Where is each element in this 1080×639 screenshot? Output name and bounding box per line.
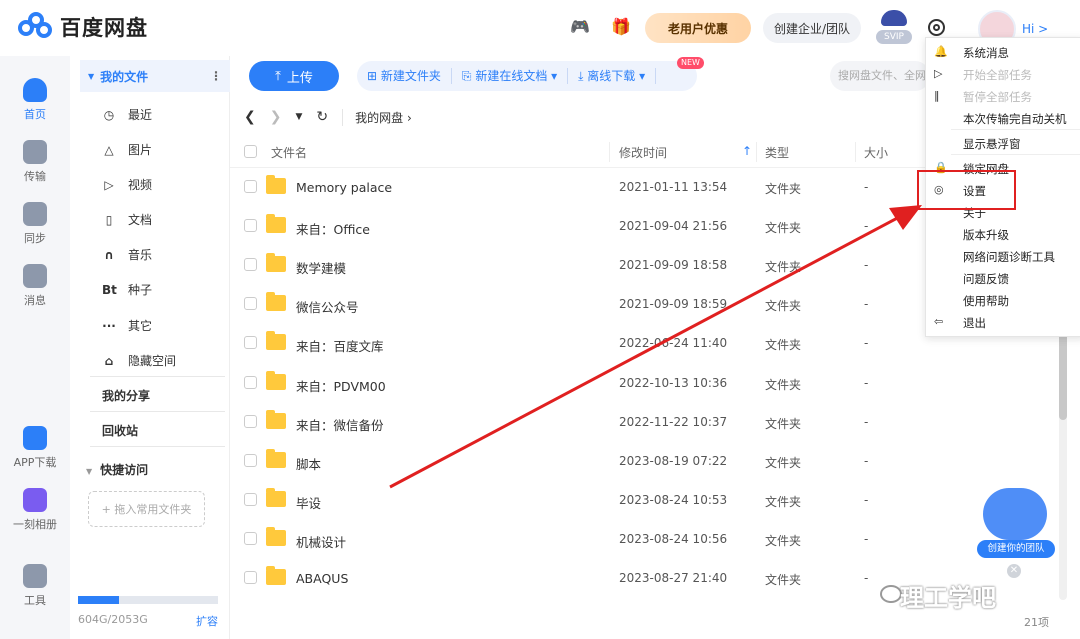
- menu-divider: [951, 129, 1080, 130]
- menu-item-3[interactable]: 本次传输完自动关机: [963, 111, 1067, 127]
- menu-item-0[interactable]: 系统消息: [963, 45, 1009, 61]
- arrow-line: [389, 212, 906, 489]
- annotation-highlight-box: [917, 170, 1016, 210]
- menu-item-12[interactable]: 退出: [963, 315, 986, 331]
- menu-item-4[interactable]: 显示悬浮窗: [963, 136, 1021, 152]
- logout-icon: ⇦: [934, 315, 944, 328]
- bell-icon: 🔔: [934, 45, 948, 58]
- menu-item-2[interactable]: 暂停全部任务: [963, 89, 1032, 105]
- menu-item-9[interactable]: 网络问题诊断工具: [963, 249, 1055, 265]
- close-icon[interactable]: ✕: [1007, 564, 1021, 578]
- play-icon: ▷: [934, 67, 943, 80]
- create-team-widget[interactable]: 创建你的团队: [975, 488, 1057, 560]
- pause-icon: ‖: [934, 89, 940, 102]
- create-team-widget-label: 创建你的团队: [977, 540, 1055, 558]
- annotation-arrow: [389, 205, 922, 489]
- menu-item-8[interactable]: 版本升级: [963, 227, 1009, 243]
- cloud-chart-icon: [983, 488, 1047, 540]
- menu-item-1[interactable]: 开始全部任务: [963, 67, 1032, 83]
- menu-item-11[interactable]: 使用帮助: [963, 293, 1009, 309]
- watermark: 理工学吧: [900, 584, 996, 612]
- wechat-icon: [880, 585, 902, 603]
- menu-item-10[interactable]: 问题反馈: [963, 271, 1009, 287]
- menu-divider: [951, 154, 1080, 155]
